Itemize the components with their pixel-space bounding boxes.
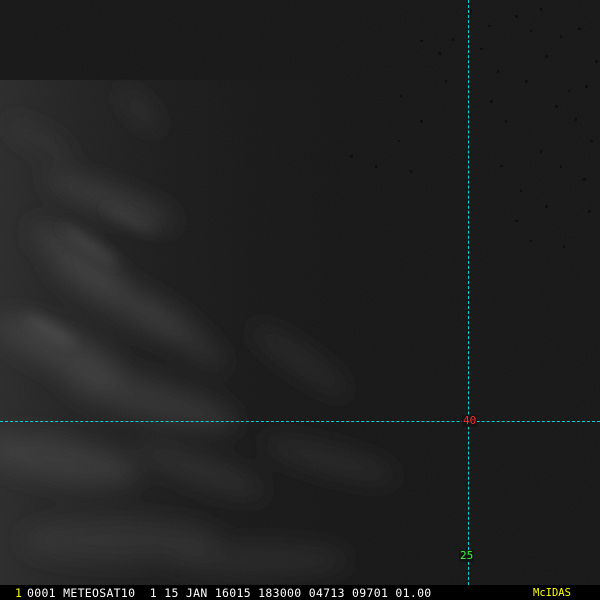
latitude-label: 40 (462, 414, 478, 427)
frame-number: 1 (15, 586, 22, 600)
image-grain (0, 0, 600, 600)
latitude-grid-line (0, 421, 600, 422)
longitude-label: 25 (459, 549, 475, 562)
mcidas-logo: McIDAS (533, 587, 571, 599)
image-header-text: 0001 METEOSAT10 1 15 JAN 16015 183000 04… (27, 586, 432, 600)
satellite-image (0, 0, 600, 600)
image-header-bar: 1 0001 METEOSAT10 1 15 JAN 16015 183000 … (0, 585, 600, 600)
satellite-image-viewport[interactable]: 40 25 (0, 0, 600, 600)
longitude-grid-line (468, 0, 469, 600)
